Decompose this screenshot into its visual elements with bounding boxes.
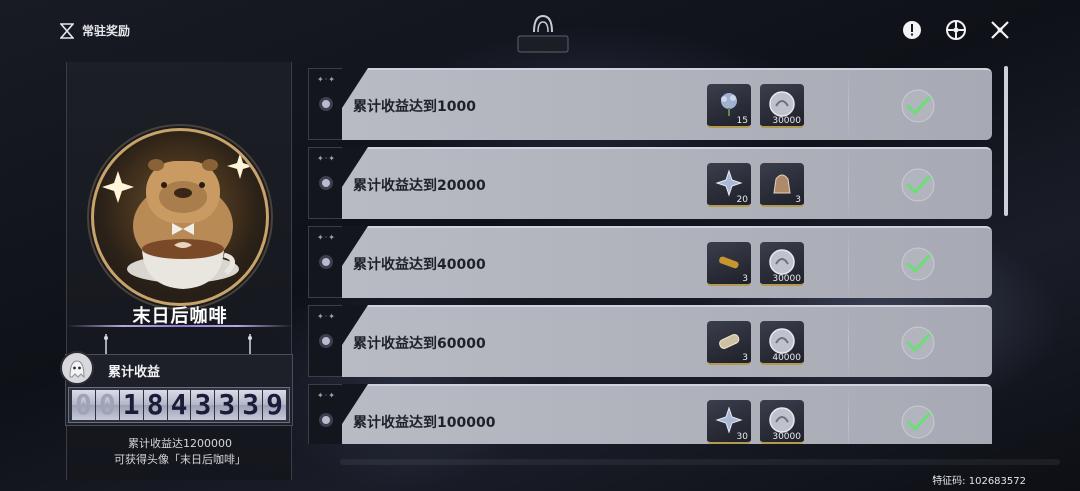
coin-icon — [769, 407, 795, 433]
reward-item[interactable]: 15 — [707, 84, 751, 128]
reward-row: ✦·✦ 累计收益达到40000 3 30000 — [308, 226, 992, 300]
reward-label: 累计收益达到1000 — [353, 99, 476, 115]
reward-card: 累计收益达到100000 30 30000 — [342, 384, 992, 444]
counter-digit: 9 — [263, 390, 287, 420]
star-crystal-icon — [715, 406, 743, 434]
reward-label: 累计收益达到100000 — [353, 415, 496, 431]
item-quantity: 30000 — [772, 274, 801, 284]
hourglass-icon — [60, 22, 74, 39]
top-icons — [898, 16, 1014, 44]
row-marker: ✦·✦ — [308, 305, 344, 377]
hint-line-2: 可获得头像「末日后咖啡」 — [114, 453, 246, 466]
divider — [848, 228, 849, 300]
earnings-counter: 0 0 1 8 4 3 3 3 9 — [68, 387, 290, 423]
name-divider — [67, 325, 293, 327]
counter-digit: 3 — [215, 390, 239, 420]
row-marker: ✦·✦ — [308, 147, 344, 219]
reward-item[interactable]: 3 — [707, 321, 751, 365]
scrollbar[interactable] — [1004, 66, 1008, 216]
reward-row: ✦·✦ 累计收益达到1000 15 30000 — [308, 68, 992, 142]
counter-digit: 0 — [95, 390, 119, 420]
check-icon — [901, 326, 935, 360]
check-icon — [901, 247, 935, 281]
reward-card: 累计收益达到1000 15 30000 — [342, 68, 992, 142]
item-quantity: 40000 — [772, 353, 801, 363]
item-quantity: 30 — [736, 432, 748, 442]
reward-card: 累计收益达到40000 3 30000 — [342, 226, 992, 300]
item-quantity: 3 — [742, 274, 748, 284]
reward-list[interactable]: ✦·✦ 累计收益达到1000 15 30000 ✦·✦ 累计收益达到20000 … — [308, 68, 992, 444]
divider — [848, 149, 849, 221]
item-quantity: 20 — [736, 195, 748, 205]
divider — [848, 70, 849, 142]
reward-label: 累计收益达到20000 — [353, 178, 486, 194]
reward-item[interactable]: 30000 — [760, 400, 804, 444]
item-quantity: 30000 — [772, 116, 801, 126]
ghost-icon — [60, 351, 94, 385]
coin-icon — [769, 249, 795, 275]
row-marker: ✦·✦ — [308, 68, 344, 140]
reward-item[interactable]: 40000 — [760, 321, 804, 365]
page-title: 常驻奖励 — [82, 24, 131, 38]
divider — [848, 386, 849, 444]
row-marker: ✦·✦ — [308, 384, 344, 444]
check-icon — [901, 89, 935, 123]
coin-icon — [769, 91, 795, 117]
coin-icon — [769, 328, 795, 354]
hint-line-1: 累计收益达1200000 — [128, 437, 232, 450]
reward-row: ✦·✦ 累计收益达到20000 20 3 — [308, 147, 992, 221]
earnings-box: 累计收益 0 0 1 8 4 3 3 3 9 — [60, 351, 293, 426]
info-icon[interactable] — [898, 16, 926, 44]
bottom-track — [340, 459, 1060, 465]
reward-item[interactable]: 30000 — [760, 242, 804, 286]
reward-label: 累计收益达到40000 — [353, 257, 486, 273]
check-icon — [901, 405, 935, 439]
reward-item[interactable]: 20 — [707, 163, 751, 207]
scroll-icon — [719, 256, 739, 269]
item-quantity: 3 — [795, 195, 801, 205]
counter-digit: 4 — [167, 390, 191, 420]
earnings-label: 累计收益 — [108, 365, 161, 380]
counter-digit: 1 — [119, 390, 143, 420]
star-crystal-icon — [715, 169, 743, 197]
reward-item[interactable]: 3 — [707, 242, 751, 286]
progress-ticks — [104, 334, 252, 354]
item-quantity: 3 — [742, 353, 748, 363]
item-quantity: 30000 — [772, 432, 801, 442]
reward-item[interactable]: 30 — [707, 400, 751, 444]
flower-icon — [721, 93, 737, 116]
counter-digit: 0 — [72, 390, 95, 420]
reward-card: 累计收益达到60000 3 40000 — [342, 305, 992, 379]
avatar-image — [91, 128, 269, 306]
row-marker: ✦·✦ — [308, 226, 344, 298]
close-icon[interactable] — [986, 16, 1014, 44]
reward-item[interactable]: 30000 — [760, 84, 804, 128]
avatar-panel: 末日后咖啡 累计收益 0 0 1 8 4 3 3 3 9 累计收益达120000… — [60, 62, 293, 480]
reward-label: 累计收益达到60000 — [353, 336, 486, 352]
reward-hint: 累计收益达1200000 可获得头像「末日后咖啡」 — [67, 436, 293, 468]
capybara-icon — [102, 153, 253, 289]
divider — [848, 307, 849, 379]
reward-item[interactable]: 3 — [760, 163, 804, 207]
target-icon[interactable] — [942, 16, 970, 44]
reward-row: ✦·✦ 累计收益达到100000 30 30000 — [308, 384, 992, 444]
reward-card: 累计收益达到20000 20 3 — [342, 147, 992, 221]
counter-digit: 8 — [143, 390, 167, 420]
cylinder-icon — [719, 333, 740, 349]
counter-digit: 3 — [191, 390, 215, 420]
binder-clip-icon — [514, 14, 572, 58]
counter-digit: 3 — [239, 390, 263, 420]
bag-icon — [773, 174, 791, 194]
page-header: 常驻奖励 — [60, 22, 130, 39]
reward-row: ✦·✦ 累计收益达到60000 3 40000 — [308, 305, 992, 379]
item-quantity: 15 — [736, 116, 748, 126]
feature-code: 特征码: 102683572 — [932, 476, 1026, 487]
check-icon — [901, 168, 935, 202]
